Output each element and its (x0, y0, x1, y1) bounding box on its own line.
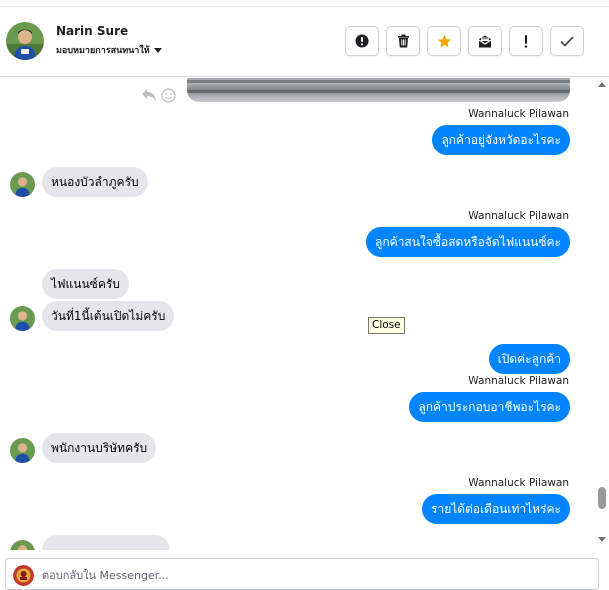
incoming-message[interactable]: วันที่1นี้เต้นเปิดไม่ครับ (42, 301, 175, 331)
spam-button[interactable] (345, 26, 379, 56)
mark-done-button[interactable] (550, 26, 584, 56)
reply-icon[interactable] (141, 88, 157, 102)
assign-conversation-dropdown[interactable]: มอบหมายการสนทนาให้ (56, 43, 162, 57)
contact-avatar-small (10, 172, 35, 197)
page-avatar (13, 565, 34, 586)
thread-scrollbar[interactable] (594, 78, 609, 550)
contact-avatar-small (10, 438, 35, 463)
outgoing-message[interactable]: ลูกค้าประกอบอาชีพอะไรคะ (409, 392, 570, 422)
incoming-message-partial[interactable] (42, 535, 170, 550)
scroll-up-arrow-icon[interactable] (598, 82, 606, 87)
reply-input[interactable] (42, 565, 582, 585)
close-tooltip: Close (368, 317, 405, 334)
delete-button[interactable] (386, 26, 420, 56)
trash-icon (397, 34, 409, 48)
star-icon (437, 34, 451, 47)
contact-avatar[interactable] (6, 22, 44, 60)
alert-circle-icon (355, 34, 369, 48)
incoming-message[interactable]: พนักงานบริษัทครับ (42, 433, 157, 463)
outgoing-message[interactable]: ลูกค้าอยู่จังหวัดอะไรคะ (432, 125, 570, 155)
message-thread[interactable]: Wannaluck Pilawan ลูกค้าอยู่จังหวัดอะไรค… (0, 78, 594, 550)
outgoing-message[interactable]: รายได้ต่อเดือนเท่าไหร่คะ (422, 494, 570, 524)
follow-up-button[interactable] (509, 26, 543, 56)
image-attachment[interactable] (187, 78, 570, 102)
outgoing-message[interactable]: ลูกค้าสนใจซื้อสดหรือจัดไฟแนนซ์คะ (366, 227, 570, 257)
sender-name: Wannaluck Pilawan (468, 108, 569, 120)
assign-conversation-label: มอบหมายการสนทนาให้ (56, 46, 150, 56)
scroll-down-arrow-icon[interactable] (598, 537, 606, 542)
mark-unread-button[interactable] (468, 26, 502, 56)
reaction-smile-icon[interactable] (161, 88, 176, 103)
conversation-header: Narin Sure มอบหมายการสนทนาให้ (0, 7, 609, 77)
checkmark-icon (560, 35, 574, 47)
window-top-edge (0, 0, 609, 7)
envelope-icon (478, 35, 492, 47)
exclamation-icon (524, 34, 528, 48)
sender-name: Wannaluck Pilawan (468, 375, 569, 387)
contact-avatar-small (10, 540, 35, 550)
chevron-down-icon (153, 47, 162, 53)
sender-name: Wannaluck Pilawan (468, 477, 569, 489)
sender-name: Wannaluck Pilawan (468, 210, 569, 222)
reply-composer (5, 558, 599, 590)
incoming-message[interactable]: หนองบัวลำภูครับ (42, 167, 148, 197)
conversation-toolbar (345, 26, 584, 56)
star-button[interactable] (427, 26, 461, 56)
contact-avatar-small (10, 306, 35, 331)
scrollbar-thumb[interactable] (598, 487, 606, 509)
contact-name[interactable]: Narin Sure (56, 24, 128, 38)
outgoing-message[interactable]: เปิดค่ะลูกค้า (488, 344, 570, 374)
incoming-message[interactable]: ไฟแนนซ์ครับ (42, 269, 129, 299)
